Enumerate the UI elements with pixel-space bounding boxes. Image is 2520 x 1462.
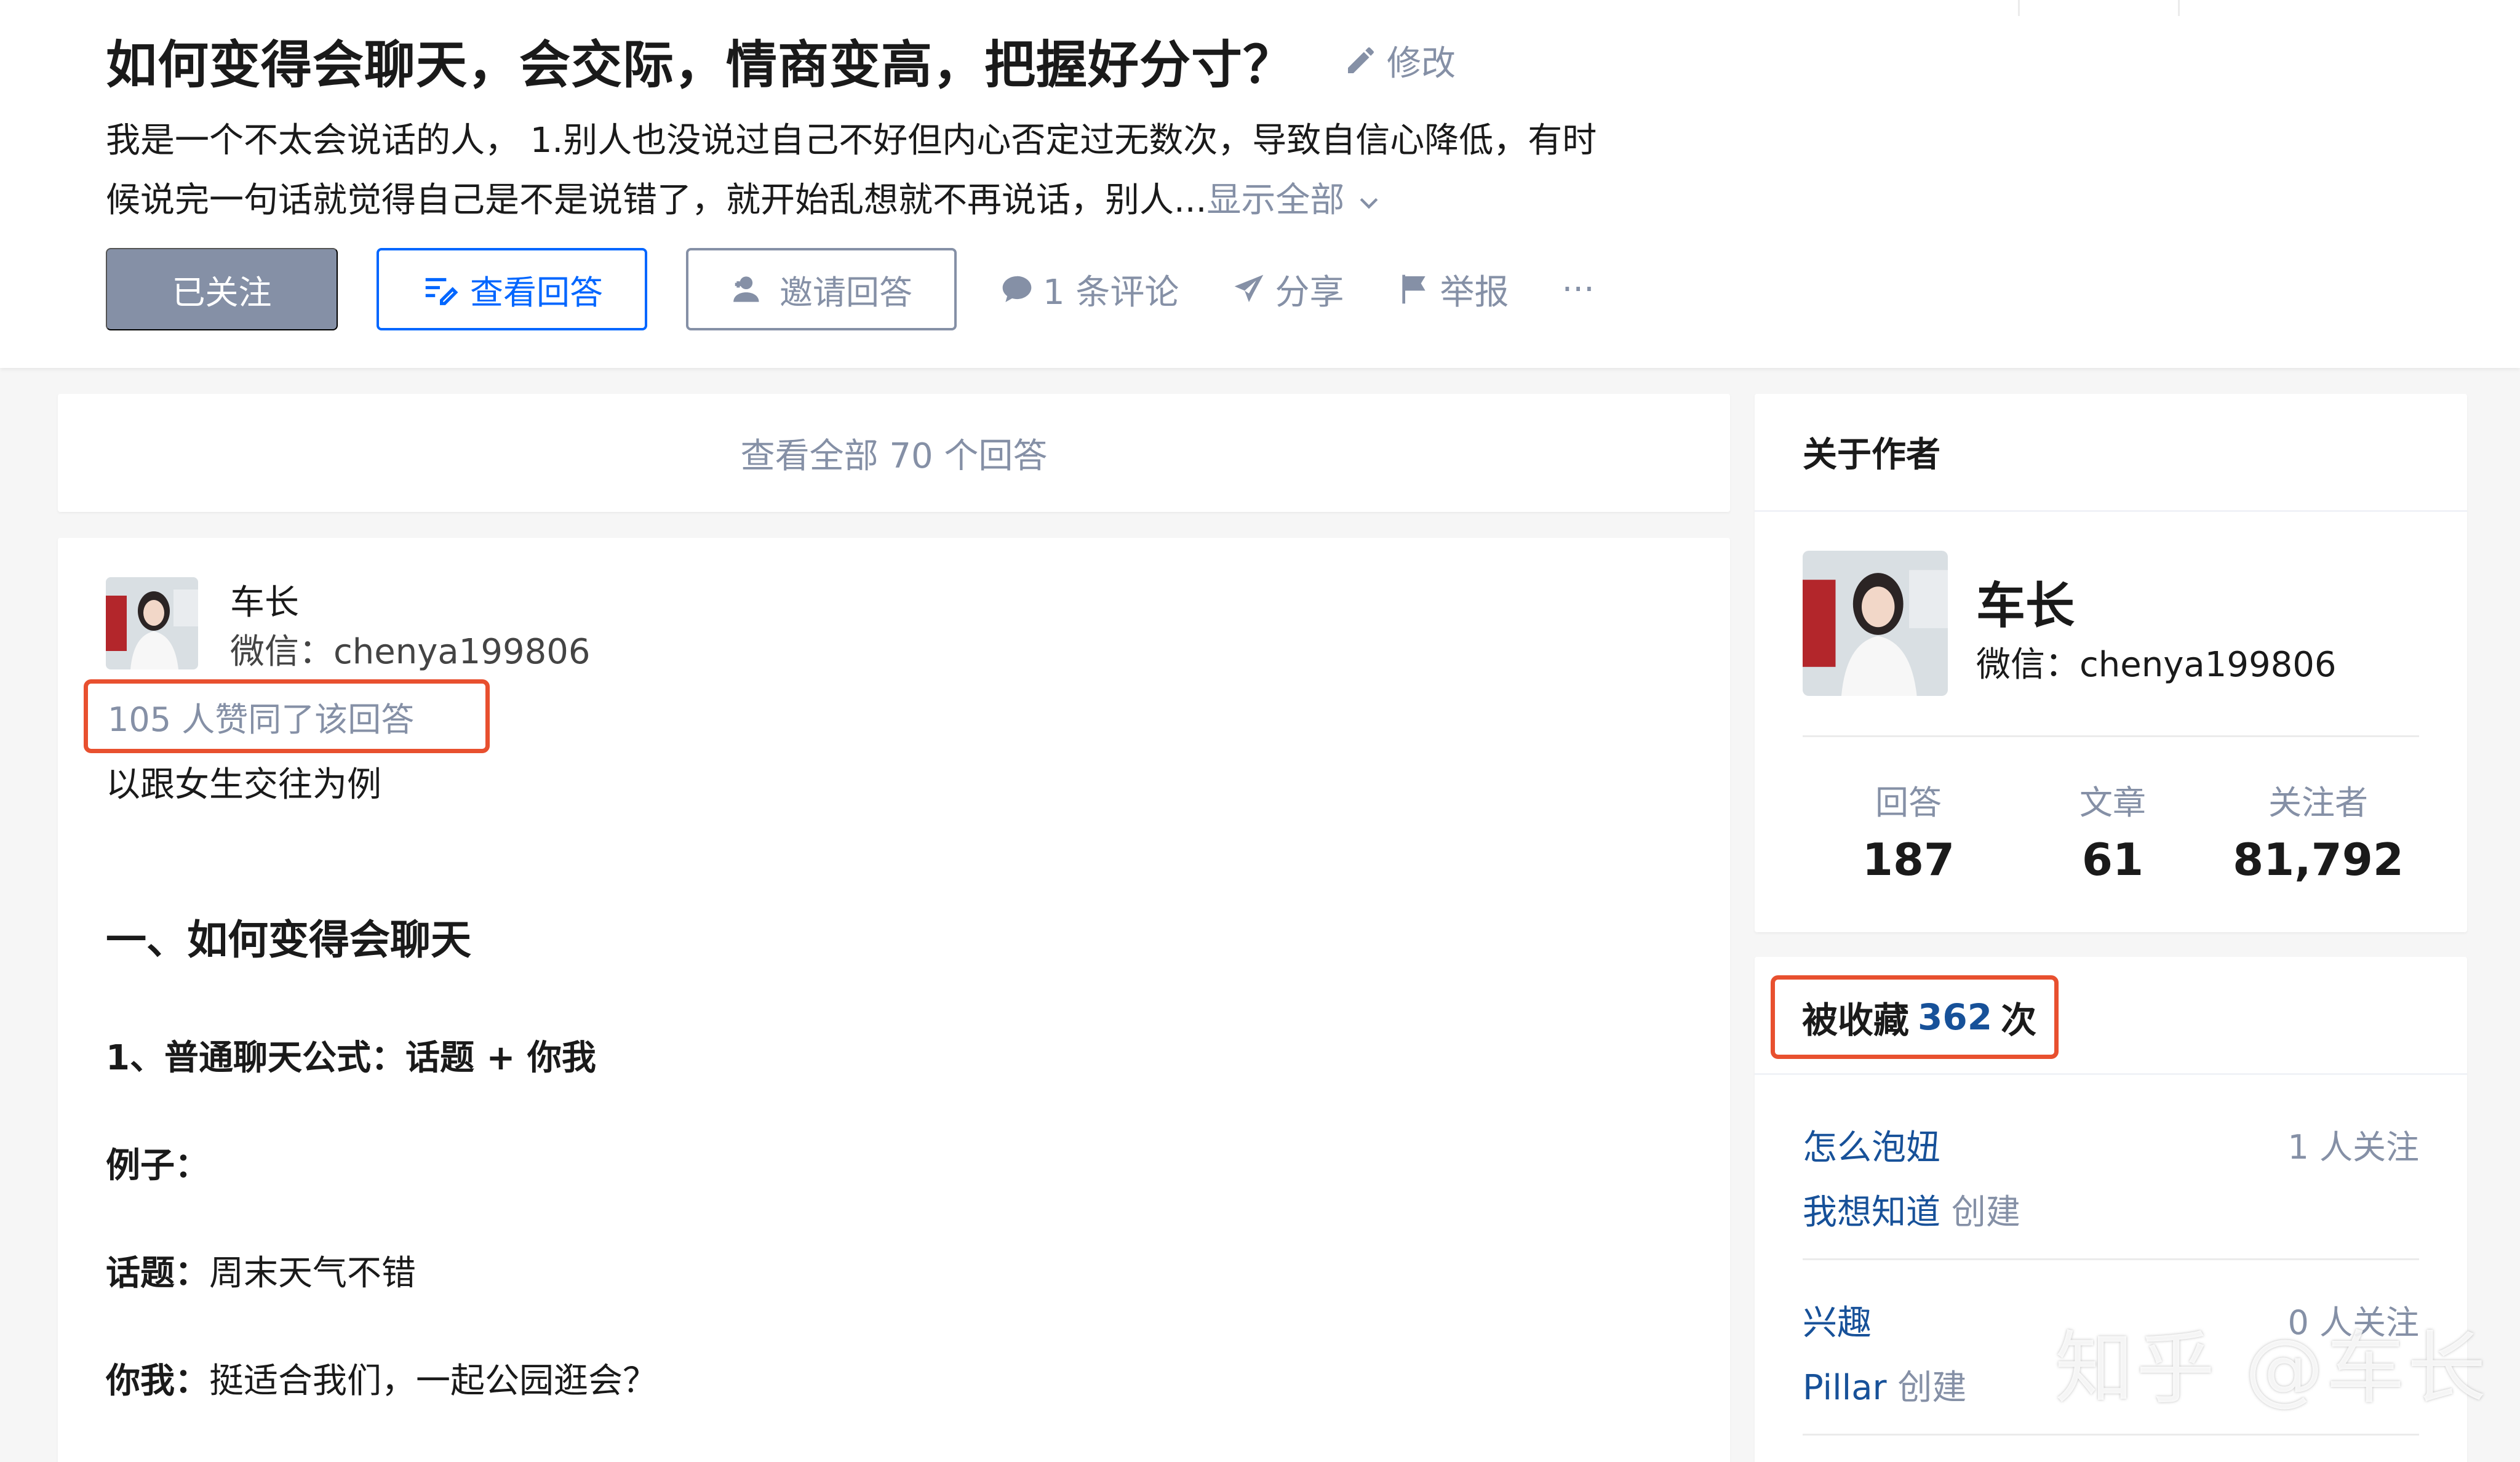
edit-question-button[interactable]: 修改 <box>1344 36 1456 86</box>
collections-count: 362 <box>1918 996 1993 1038</box>
show-all-button[interactable]: 显示全部 <box>1206 180 1382 220</box>
sidebar-author-avatar[interactable] <box>1803 551 1948 696</box>
answer-paragraph: 以跟女生交往为例 <box>106 765 381 805</box>
edit-label: 修改 <box>1387 43 1456 84</box>
vote-count-highlight: 105 人赞同了该回答 <box>84 679 490 753</box>
answer-card: 车长 微信：chenya199806 105 人赞同了该回答 以跟女生交往为例 … <box>58 538 1730 1462</box>
divider <box>1803 1434 2419 1436</box>
followed-button[interactable]: 已关注 <box>106 248 338 330</box>
chevron-down-icon <box>1360 198 1378 209</box>
pencil-icon <box>1348 47 1374 73</box>
collection-count-highlight: 被收藏 362 次 <box>1771 975 2059 1059</box>
flag-icon <box>1402 274 1426 304</box>
stat-value: 187 <box>1862 834 1955 885</box>
stat-value: 61 <box>2081 834 2144 885</box>
question-detail-text: 候说完一句话就觉得自己是不是说错了，就开始乱想就不再说话，别人... <box>106 180 1207 220</box>
show-all-label: 显示全部 <box>1206 180 1345 220</box>
sidebar-author-bio: 微信：chenya199806 <box>1976 645 2337 685</box>
divider <box>1803 1258 2419 1260</box>
invite-answer-button[interactable]: 邀请回答 <box>686 248 957 330</box>
avatar-photo <box>106 577 198 669</box>
sidebar-author-name[interactable]: 车长 <box>1976 566 2075 637</box>
answer-topic-line: 话题：周末天气不错 <box>106 1245 416 1295</box>
you-me-label: 你我： <box>106 1361 209 1401</box>
more-options-button[interactable]: ··· <box>1561 270 1594 310</box>
creator-name[interactable]: 我想知道 <box>1803 1192 1940 1232</box>
write-answer-icon <box>425 278 458 305</box>
answer-you-me-line: 你我：挺适合我们，一起公园逛会？ <box>106 1353 657 1403</box>
stat-articles[interactable]: 文章 61 <box>2008 775 2217 885</box>
stat-label: 文章 <box>2079 783 2146 822</box>
created-label: 创建 <box>1951 1192 2020 1232</box>
share-label: 分享 <box>1275 272 1344 313</box>
author-bio: 微信：chenya199806 <box>230 632 591 672</box>
collections-suffix: 次 <box>2001 999 2037 1041</box>
header-divider <box>2178 0 2180 16</box>
collections-prefix: 被收藏 <box>1802 999 1910 1041</box>
creator-name[interactable]: Pillar <box>1803 1368 1887 1408</box>
created-label: 创建 <box>1897 1368 1967 1408</box>
answer-subheading: 1、普通聊天公式：话题 + 你我 <box>106 1038 596 1078</box>
question-action-bar: 已关注 查看回答 邀请回答 1 条评论 分享 举报 ··· <box>106 248 1595 330</box>
header-divider <box>2018 0 2020 16</box>
avatar-photo <box>1803 551 1948 696</box>
vote-count[interactable]: 105 人赞同了该回答 <box>108 692 414 741</box>
about-author-header: 关于作者 <box>1755 394 2467 512</box>
question-detail-line: 我是一个不太会说话的人， 1.别人也没说过自己不好但内心否定过无数次，导致自信心… <box>106 121 1597 161</box>
collection-creator: 我想知道 创建 <box>1803 1184 2419 1234</box>
collection-followers: 1 人关注 <box>2287 1128 2419 1167</box>
invite-answer-label: 邀请回答 <box>780 274 912 311</box>
report-button[interactable]: 举报 <box>1397 265 1509 314</box>
stat-value: 81,792 <box>2233 834 2404 885</box>
view-answers-button[interactable]: 查看回答 <box>377 248 647 330</box>
question-detail-line-2: 候说完一句话就觉得自己是不是说错了，就开始乱想就不再说话，别人...显示全部 <box>106 170 1705 230</box>
comments-label: 1 条评论 <box>1043 272 1179 313</box>
collections-header: 被收藏 362 次 <box>1755 957 2467 1075</box>
stat-label: 回答 <box>1875 783 1942 822</box>
answer-heading: 一、如何变得会聊天 <box>106 916 471 964</box>
question-detail: 我是一个不太会说话的人， 1.别人也没说过自己不好但内心否定过无数次，导致自信心… <box>106 111 1705 230</box>
stat-label: 关注者 <box>2268 783 2368 822</box>
question-header: 如何变得会聊天，会交际，情商变高，把握好分寸？ 修改 我是一个不太会说话的人， … <box>0 0 2520 368</box>
comments-button[interactable]: 1 条评论 <box>1000 265 1179 314</box>
share-button[interactable]: 分享 <box>1232 265 1344 314</box>
topic-value: 周末天气不错 <box>209 1253 416 1293</box>
author-name[interactable]: 车长 <box>230 575 299 625</box>
author-avatar[interactable] <box>106 577 198 669</box>
answer-example-label: 例子： <box>106 1146 209 1186</box>
question-title-row: 如何变得会聊天，会交际，情商变高，把握好分寸？ 修改 <box>106 23 1456 97</box>
stat-answers[interactable]: 回答 187 <box>1804 775 2013 885</box>
view-answers-label: 查看回答 <box>470 274 603 311</box>
view-all-answers-label: 查看全部 70 个回答 <box>740 436 1048 476</box>
add-user-icon <box>733 276 759 302</box>
stat-followers[interactable]: 关注者 81,792 <box>2214 775 2423 885</box>
report-label: 举报 <box>1440 272 1509 313</box>
about-author-title: 关于作者 <box>1803 435 1940 475</box>
you-me-value: 挺适合我们，一起公园逛会？ <box>209 1361 657 1401</box>
about-author-card: 关于作者 车长 微信：chenya199806 回答 187 文章 61 关注者… <box>1755 394 2467 932</box>
watermark: 知乎 @车长 <box>2055 1323 2489 1415</box>
view-all-answers-card[interactable]: 查看全部 70 个回答 <box>58 394 1730 512</box>
comment-icon <box>1002 276 1032 302</box>
divider <box>1803 735 2419 737</box>
question-title: 如何变得会聊天，会交际，情商变高，把握好分寸？ <box>106 35 1294 95</box>
paper-plane-icon <box>1235 274 1264 302</box>
collection-item[interactable]: 怎么泡妞 我想知道 创建 1 人关注 <box>1803 1120 2419 1234</box>
topic-label: 话题： <box>106 1253 209 1293</box>
